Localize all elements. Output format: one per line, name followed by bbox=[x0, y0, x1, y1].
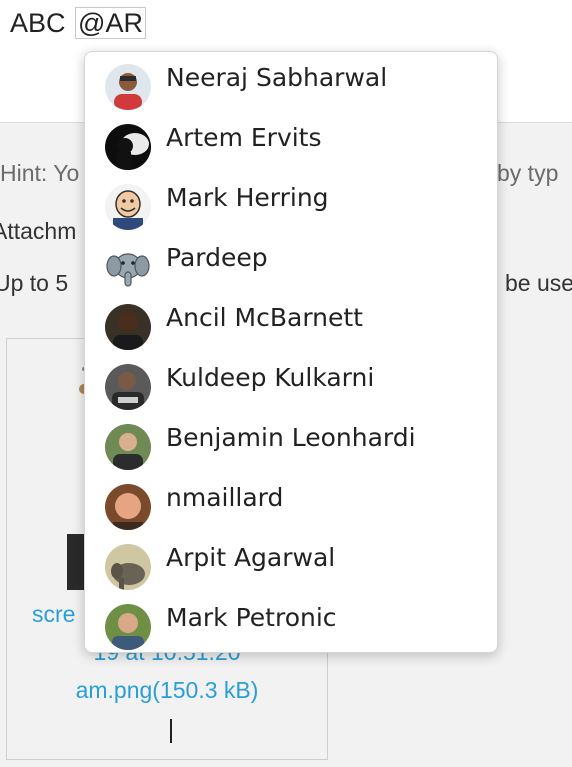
suggestion-name: Kuldeep Kulkarni bbox=[166, 363, 375, 392]
suggestion-item[interactable]: Benjamin Leonhardi bbox=[85, 412, 497, 472]
suggestion-name: Artem Ervits bbox=[166, 123, 322, 152]
elephant-avatar bbox=[105, 244, 151, 290]
suggestion-item[interactable]: Mark Herring bbox=[85, 172, 497, 232]
suggestion-item[interactable]: nmaillard bbox=[85, 472, 497, 532]
attachment-file-link[interactable]: scre bbox=[7, 601, 75, 628]
hint-text: Hint: Yo bbox=[0, 160, 80, 186]
suggestion-item[interactable]: Arpit Agarwal bbox=[85, 532, 497, 592]
suggestion-name: Mark Herring bbox=[166, 183, 329, 212]
person-avatar bbox=[105, 364, 151, 410]
person-avatar bbox=[105, 604, 151, 650]
suggestion-name: Neeraj Sabharwal bbox=[166, 63, 388, 92]
person-avatar bbox=[105, 424, 151, 470]
attachments-label: Attachm bbox=[0, 218, 77, 244]
silhouette-avatar bbox=[105, 124, 151, 170]
suggestion-name: Arpit Agarwal bbox=[166, 543, 336, 572]
text-caret bbox=[170, 719, 172, 743]
suggestion-item[interactable]: Ancil McBarnett bbox=[85, 292, 497, 352]
editor-text-line[interactable]: ABC @AR bbox=[10, 6, 146, 40]
editor-prefix-text: ABC bbox=[10, 8, 66, 38]
attachment-file-size-link[interactable]: am.png(150.3 kB) bbox=[7, 677, 327, 704]
suggestion-name: Benjamin Leonhardi bbox=[166, 423, 416, 452]
suggestion-item[interactable]: Kuldeep Kulkarni bbox=[85, 352, 497, 412]
suggestion-name: Pardeep bbox=[166, 243, 268, 272]
cartoon-avatar bbox=[105, 184, 151, 230]
hint-text-tail: by typ bbox=[497, 160, 559, 186]
upload-limit-text-tail: be use bbox=[505, 270, 572, 296]
person-avatar bbox=[105, 64, 151, 110]
person-avatar bbox=[105, 304, 151, 350]
suggestion-item[interactable]: Pardeep bbox=[85, 232, 497, 292]
suggestion-item[interactable]: Neeraj Sabharwal bbox=[85, 52, 497, 112]
upload-limit-text: Up to 5 bbox=[0, 270, 69, 296]
suggestion-name: nmaillard bbox=[166, 483, 284, 512]
suggestion-item[interactable]: Mark Petronic bbox=[85, 592, 497, 652]
mention-suggestions-dropdown[interactable]: Neeraj Sabharwal Artem Ervits Mark Herri… bbox=[84, 51, 498, 653]
person-avatar bbox=[105, 484, 151, 530]
suggestion-name: Ancil McBarnett bbox=[166, 303, 363, 332]
suggestion-name: Mark Petronic bbox=[166, 603, 337, 632]
mention-token[interactable]: @AR bbox=[75, 7, 146, 39]
elephant-avatar bbox=[105, 544, 151, 590]
suggestion-item[interactable]: Artem Ervits bbox=[85, 112, 497, 172]
